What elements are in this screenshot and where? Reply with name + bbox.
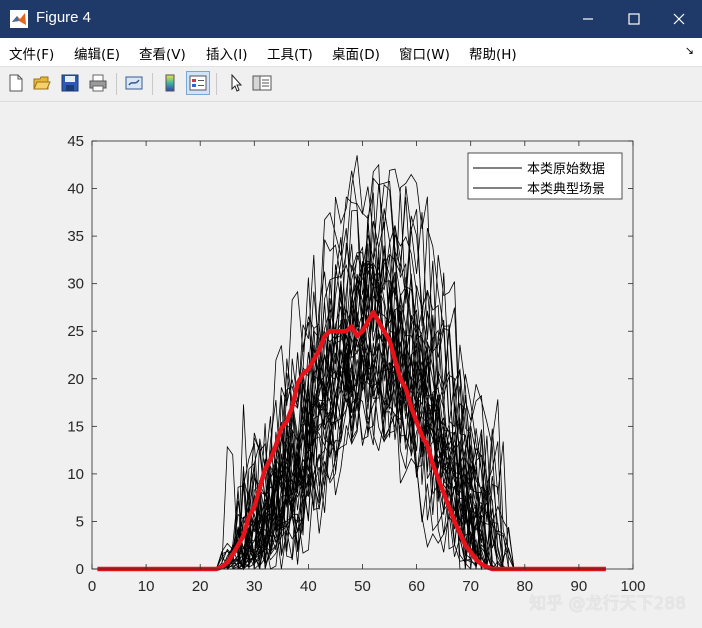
figure-canvas: 0 10 20 30 40 50 60 70 80 90 100 0 5 10 15 20 25 30 35 40 45… [0, 102, 702, 628]
legend-label-typical: 本类典型场景 [527, 182, 605, 197]
menu-help[interactable]: 帮助(H) [469, 43, 517, 63]
raw-data-line [97, 323, 606, 570]
menu-insert[interactable]: 插入(I) [206, 43, 248, 63]
new-figure-button[interactable] [4, 71, 28, 95]
menu-tools[interactable]: 工具(T) [267, 43, 313, 63]
insert-colorbar-icon [165, 74, 175, 92]
x-tick-label: 0 [88, 578, 96, 595]
y-tick-label: 0 [76, 561, 84, 578]
raw-data-line [97, 344, 606, 570]
menu-file[interactable]: 文件(F) [9, 43, 54, 63]
menu-desktop[interactable]: 桌面(D) [332, 43, 380, 63]
raw-data-line [97, 338, 606, 570]
print-icon [89, 74, 107, 92]
raw-data-line [97, 346, 606, 570]
x-tick-label: 30 [246, 578, 263, 595]
close-icon [673, 13, 685, 25]
close-button[interactable] [656, 0, 702, 38]
title-bar: Figure 4 [0, 0, 702, 38]
new-figure-icon [9, 74, 23, 92]
open-file-icon [33, 76, 51, 90]
chart: 0 10 20 30 40 50 60 70 80 90 100051015202530354045… [67, 133, 645, 595]
insert-legend-icon [189, 75, 207, 91]
minimize-icon [583, 18, 593, 20]
x-tick-label: 40 [300, 578, 317, 595]
y-tick-label: 25 [67, 323, 84, 340]
raw-data-line [97, 273, 606, 571]
x-tick-label: 50 [354, 578, 371, 595]
toolbar-separator [152, 73, 153, 95]
y-tick-label: 15 [67, 418, 84, 435]
legend[interactable]: 本类原始数据 本类典型场景 [467, 152, 623, 200]
maximize-icon [628, 13, 640, 25]
x-tick-label: 70 [462, 578, 479, 595]
y-tick-label: 40 [67, 181, 84, 198]
y-tick-label: 30 [67, 276, 84, 293]
y-tick-label: 10 [67, 466, 84, 483]
x-tick-label: 10 [138, 578, 155, 595]
link-plot-button[interactable] [122, 71, 146, 95]
edit-plot-cursor-icon [231, 74, 243, 92]
raw-data-line [97, 325, 606, 570]
toolbar-separator [216, 73, 217, 95]
menu-dock-arrow-icon[interactable]: ↘ [685, 44, 694, 57]
maximize-button[interactable] [611, 0, 657, 38]
y-tick-label: 35 [67, 228, 84, 245]
watermark: 知乎 @龙行天下288 [529, 594, 686, 614]
y-tick-label: 5 [76, 513, 84, 530]
edit-plot-button[interactable] [224, 71, 248, 95]
y-tick-label: 20 [67, 371, 84, 388]
menu-view[interactable]: 查看(V) [139, 43, 186, 63]
raw-data-line [97, 271, 606, 570]
property-inspector-button[interactable] [250, 71, 274, 95]
property-inspector-icon [252, 75, 272, 91]
menu-edit[interactable]: 编辑(E) [74, 43, 120, 63]
save-button[interactable] [58, 71, 82, 95]
toolbar-separator [116, 73, 117, 95]
print-button[interactable] [86, 71, 110, 95]
raw-data-line [97, 180, 606, 570]
link-plot-icon [125, 76, 143, 90]
open-file-button[interactable] [30, 71, 54, 95]
menu-bar: 文件(F) 编辑(E) 查看(V) 插入(I) 工具(T) 桌面(D) 窗口(W… [0, 38, 702, 67]
toolbar [0, 67, 702, 102]
save-icon [61, 74, 79, 92]
matlab-logo-icon [10, 10, 28, 28]
menu-window[interactable]: 窗口(W) [399, 43, 450, 63]
window-title: Figure 4 [36, 9, 92, 26]
y-tick-label: 45 [67, 133, 84, 150]
raw-data-line [97, 370, 606, 570]
insert-colorbar-button[interactable] [158, 71, 182, 95]
legend-label-raw: 本类原始数据 [527, 162, 605, 177]
insert-legend-button[interactable] [186, 71, 210, 95]
raw-data-line [97, 183, 606, 570]
x-tick-label: 20 [192, 578, 209, 595]
minimize-button[interactable] [565, 0, 611, 38]
x-tick-label: 60 [408, 578, 425, 595]
